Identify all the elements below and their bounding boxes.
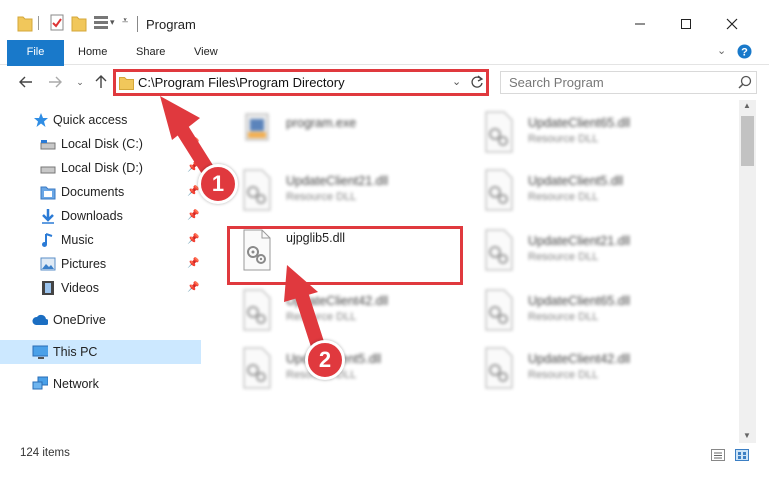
annotation-arrows — [160, 96, 327, 359]
step-badge-1: 1 — [198, 164, 238, 204]
step-badge-2: 2 — [305, 340, 345, 380]
